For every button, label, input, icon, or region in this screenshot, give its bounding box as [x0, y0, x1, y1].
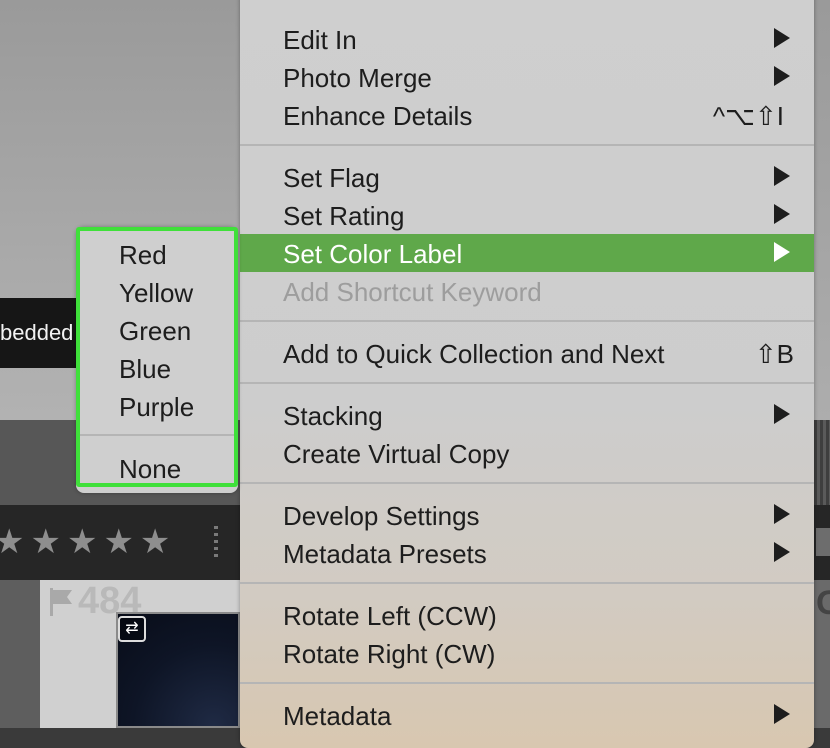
swap-icon[interactable]: ⇄ — [118, 616, 146, 642]
next-thumbnail-glyph: G — [816, 584, 830, 622]
menu-item-set-flag[interactable]: Set Flag — [240, 158, 814, 196]
menu-item-metadata-presets[interactable]: Metadata Presets — [240, 534, 814, 572]
menu-item-create-virtual-copy[interactable]: Create Virtual Copy — [240, 434, 814, 472]
menu-item-photo-merge[interactable]: Photo Merge — [240, 58, 814, 96]
chevron-right-icon — [774, 704, 790, 724]
menu-item-label: Rotate Right (CW) — [283, 639, 496, 669]
menu-item-label: Add Shortcut Keyword — [283, 277, 542, 307]
menu-separator — [240, 144, 814, 146]
toolbar-grip[interactable] — [814, 420, 830, 505]
menu-item-set-rating[interactable]: Set Rating — [240, 196, 814, 234]
chevron-right-icon — [774, 404, 790, 424]
menu-item-label: Metadata — [283, 701, 392, 731]
menu-item-label: Photo Merge — [283, 63, 432, 93]
menu-item-stacking[interactable]: Stacking — [240, 396, 814, 434]
chevron-right-icon — [774, 28, 790, 48]
menu-separator — [240, 582, 814, 584]
next-thumbnail-edge[interactable]: G — [814, 580, 830, 728]
menu-item-add-shortcut-keyword: Add Shortcut Keyword — [240, 272, 814, 310]
flag-icon[interactable] — [50, 588, 72, 616]
menu-item-metadata[interactable]: Metadata — [240, 696, 814, 734]
chevron-right-icon — [774, 242, 790, 262]
chevron-right-icon — [774, 542, 790, 562]
rating-stars[interactable]: ★★★★★ — [0, 522, 218, 562]
menu-item-label: Metadata Presets — [283, 539, 487, 569]
star-rating-label[interactable]: ★★★★★ — [0, 522, 176, 562]
menu-item-label: Add to Quick Collection and Next — [283, 339, 665, 369]
menu-item-label: Edit In — [283, 25, 357, 55]
menu-item-shortcut: ^⌥⇧I — [712, 101, 784, 131]
menu-item-enhance-details[interactable]: Enhance Details ^⌥⇧I — [240, 96, 814, 134]
menu-item-label: Create Virtual Copy — [283, 439, 510, 469]
menu-item-rotate-right[interactable]: Rotate Right (CW) — [240, 634, 814, 672]
menu-separator — [240, 382, 814, 384]
menu-item-edit-in[interactable]: Edit In — [240, 20, 814, 58]
menu-item-shortcut: ⇧B — [754, 339, 794, 369]
menu-item-label: Set Color Label — [283, 239, 463, 269]
menu-separator — [240, 320, 814, 322]
background-right-edge — [814, 0, 830, 420]
chevron-right-icon — [774, 204, 790, 224]
menu-item-rotate-left[interactable]: Rotate Left (CCW) — [240, 596, 814, 634]
menu-item-label: Develop Settings — [283, 501, 480, 531]
embedded-badge-label: bedded — [0, 320, 74, 345]
menu-item-label: Rotate Left (CCW) — [283, 601, 497, 631]
chevron-right-icon — [774, 166, 790, 186]
divider-dots — [214, 526, 218, 558]
menu-item-label: Set Flag — [283, 163, 380, 193]
chevron-right-icon — [774, 66, 790, 86]
menu-item-set-color-label[interactable]: Set Color Label — [240, 234, 814, 272]
menu-item-add-to-quick-collection[interactable]: Add to Quick Collection and Next ⇧B — [240, 334, 814, 372]
filmstrip-toggle-icon[interactable] — [816, 528, 830, 556]
menu-item-label: Stacking — [283, 401, 383, 431]
menu-separator — [240, 682, 814, 684]
chevron-right-icon — [774, 504, 790, 524]
menu-item-label: Set Rating — [283, 201, 405, 231]
menu-item-develop-settings[interactable]: Develop Settings — [240, 496, 814, 534]
menu-separator — [240, 482, 814, 484]
submenu-highlight-outline — [76, 227, 238, 487]
menu-item-label: Enhance Details — [283, 101, 473, 131]
